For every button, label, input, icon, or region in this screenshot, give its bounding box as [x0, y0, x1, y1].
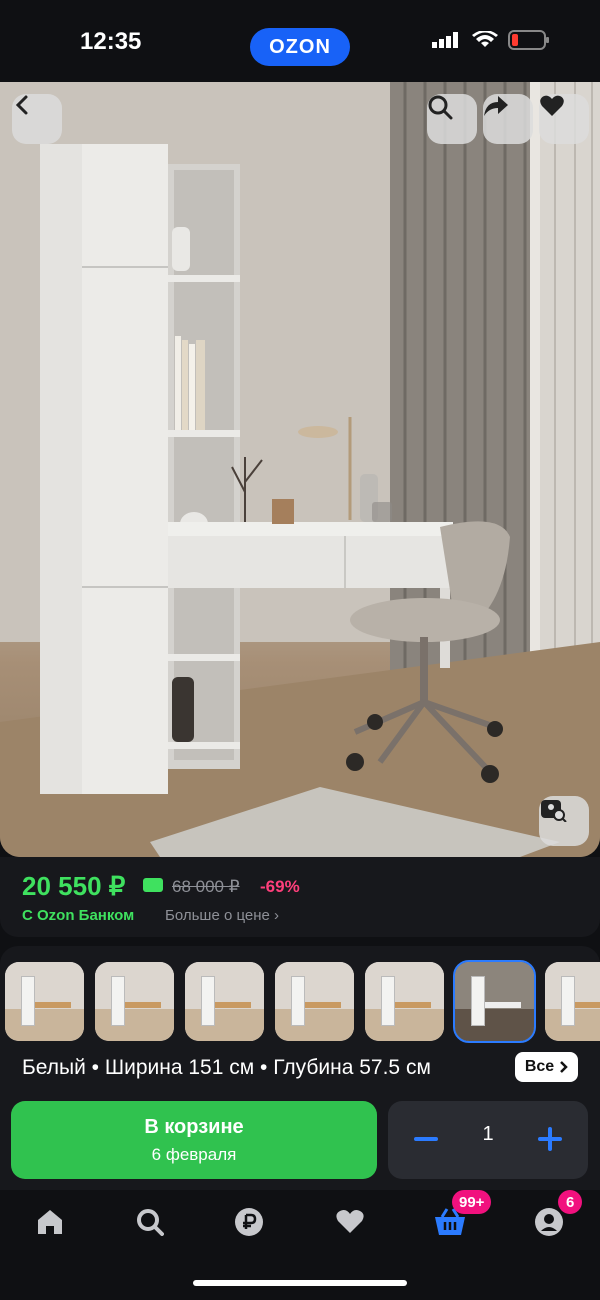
- wifi-icon: [472, 31, 498, 47]
- old-price: 68 000 ₽: [172, 877, 240, 896]
- nav-finance[interactable]: [227, 1200, 271, 1244]
- heart-icon: [540, 95, 564, 116]
- increase-quantity-button[interactable]: [530, 1119, 570, 1159]
- search-button[interactable]: [427, 94, 477, 144]
- status-icons: [432, 30, 550, 50]
- variant-thumbnail[interactable]: [185, 962, 264, 1041]
- delivery-date: 6 февраля: [151, 1144, 237, 1164]
- decrease-quantity-button[interactable]: [406, 1119, 446, 1159]
- image-search-icon: [541, 800, 567, 822]
- heart-icon: [336, 1210, 364, 1233]
- product-image[interactable]: [0, 82, 600, 857]
- signal-icon: [432, 32, 458, 48]
- image-search-button[interactable]: [539, 796, 589, 846]
- nav-favorites[interactable]: [328, 1200, 372, 1244]
- favorite-button[interactable]: [539, 94, 589, 144]
- search-icon: [428, 95, 453, 120]
- ozon-bank-label: С Ozon Банком: [22, 907, 135, 924]
- cart-button-title: В корзине: [144, 1115, 244, 1138]
- price-card: 20 550 ₽ 68 000 ₽ -69% С Ozon Банком Бол…: [0, 857, 600, 937]
- nav-search[interactable]: [128, 1200, 172, 1244]
- home-indicator: [193, 1280, 407, 1286]
- in-cart-button[interactable]: В корзине 6 февраля: [11, 1101, 377, 1179]
- variant-thumbnail[interactable]: [275, 962, 354, 1041]
- variant-thumbnail-selected[interactable]: [453, 960, 536, 1043]
- profile-badge: 6: [558, 1190, 583, 1214]
- chevron-right-icon: [560, 1061, 568, 1073]
- ruble-icon: [235, 1208, 263, 1236]
- search-icon: [137, 1209, 164, 1236]
- more-about-price-link[interactable]: Больше о цене ›: [165, 907, 279, 924]
- battery-icon: [508, 30, 549, 50]
- variant-thumbnail[interactable]: [545, 962, 600, 1041]
- ozon-card-icon: [143, 878, 163, 892]
- variant-thumbnail[interactable]: [95, 962, 174, 1041]
- status-bar: 12:35 OZON: [0, 0, 600, 82]
- plus-icon: [538, 1127, 562, 1151]
- nav-home[interactable]: [28, 1200, 72, 1244]
- clock: 12:35: [80, 28, 142, 55]
- quantity-stepper: 1: [388, 1101, 588, 1179]
- home-icon: [38, 1210, 62, 1234]
- all-variants-button[interactable]: Все: [515, 1052, 578, 1082]
- back-icon: [15, 95, 28, 115]
- current-price: 20 550 ₽: [22, 871, 126, 901]
- variant-thumbnails: [5, 960, 600, 1043]
- minus-icon: [414, 1137, 438, 1141]
- cart-bar: В корзине 6 февраля 1: [0, 1090, 600, 1190]
- share-button[interactable]: [483, 94, 533, 144]
- variant-thumbnail[interactable]: [365, 962, 444, 1041]
- discount-badge: -69%: [260, 877, 300, 896]
- cart-badge: 99+: [452, 1190, 492, 1214]
- variant-description: Белый • Ширина 151 см • Глубина 57.5 см: [22, 1056, 431, 1079]
- profile-icon: [535, 1208, 563, 1236]
- back-button[interactable]: [12, 94, 62, 144]
- ozon-logo: OZON: [250, 28, 350, 66]
- variant-selector: Белый • Ширина 151 см • Глубина 57.5 см …: [0, 946, 600, 1091]
- quantity-value: 1: [482, 1123, 494, 1145]
- all-variants-label: Все: [524, 1058, 555, 1075]
- product-photo-illustration: [0, 82, 600, 857]
- share-icon: [484, 96, 508, 116]
- variant-thumbnail[interactable]: [5, 962, 84, 1041]
